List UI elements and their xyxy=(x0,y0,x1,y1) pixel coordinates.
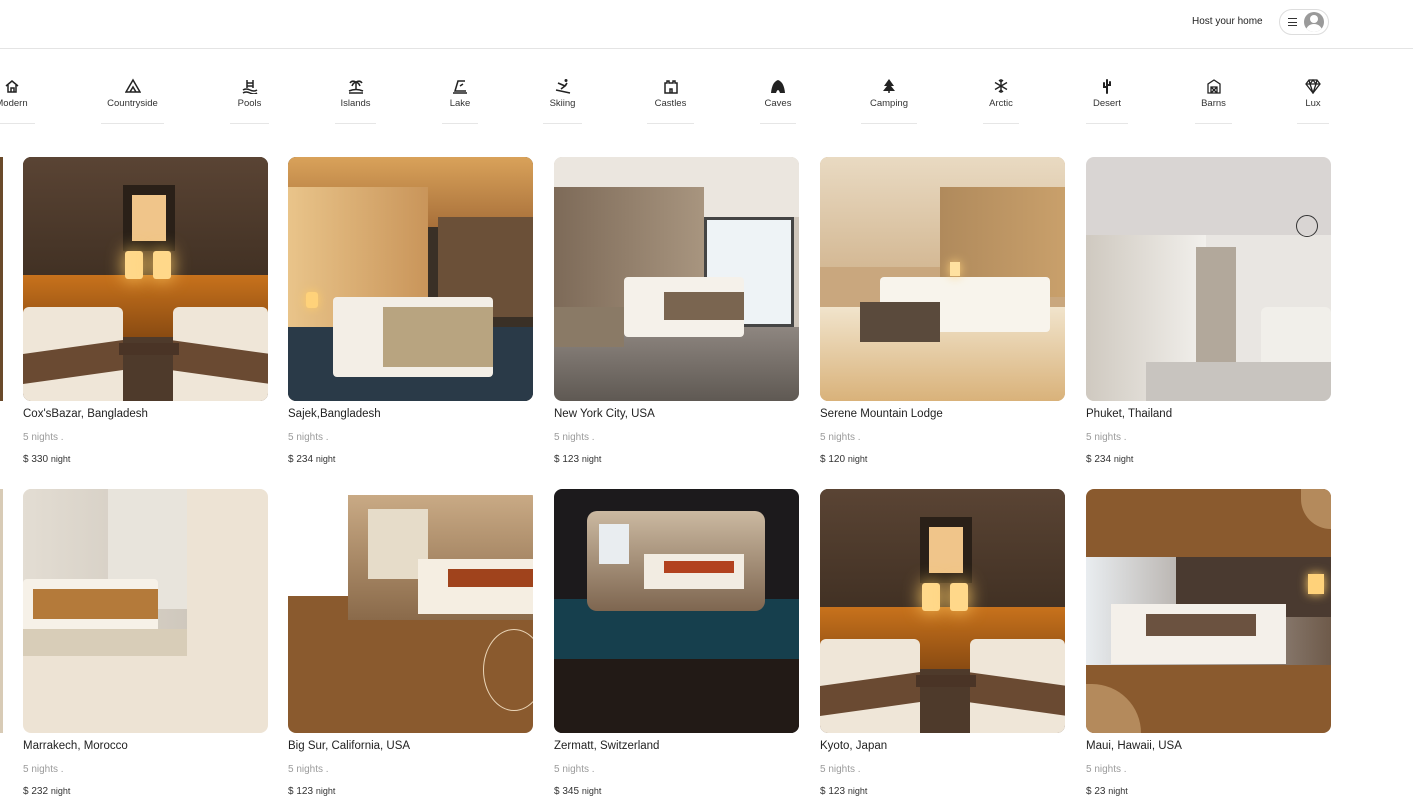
category-label: Lake xyxy=(449,98,471,109)
tent-icon xyxy=(124,78,141,93)
user-menu-button[interactable] xyxy=(1279,9,1329,35)
listing-price: $ 123 night xyxy=(820,786,868,797)
category-arctic[interactable]: Arctic xyxy=(983,78,1019,124)
category-pools[interactable]: Pools xyxy=(230,78,269,124)
listing-nights: 5 nights . xyxy=(23,432,64,443)
listing-image[interactable] xyxy=(820,157,1065,401)
listing-title: Marrakech, Morocco xyxy=(23,740,128,752)
category-label: Countryside xyxy=(107,98,158,109)
category-label: Pools xyxy=(237,98,262,109)
listing-card[interactable]: Big Sur, California, USA 5 nights . $ 12… xyxy=(288,489,533,797)
snowflake-icon xyxy=(994,79,1008,93)
listing-price: $ 234 night xyxy=(1086,454,1134,465)
skiing-icon xyxy=(555,79,570,94)
listing-image[interactable] xyxy=(288,489,533,733)
category-label: Skiing xyxy=(549,98,576,109)
user-avatar-icon xyxy=(1304,12,1324,32)
listing-card[interactable]: Cox'sBazar, Bangladesh 5 nights . $ 330 … xyxy=(23,157,268,465)
listing-price: $ 123 night xyxy=(288,786,336,797)
category-skiing[interactable]: Skiing xyxy=(543,78,582,124)
listing-card[interactable]: Phuket, Thailand 5 nights . $ 234 night xyxy=(1086,157,1331,465)
diamond-icon xyxy=(1305,78,1321,94)
category-label: Camping xyxy=(869,98,909,109)
listing-image[interactable] xyxy=(820,489,1065,733)
listing-nights: 5 nights . xyxy=(288,764,329,775)
listing-title: Sajek,Bangladesh xyxy=(288,408,381,420)
listing-nights: 5 nights . xyxy=(554,764,595,775)
category-label: Desert xyxy=(1093,98,1121,109)
listing-price: $ 23 night xyxy=(1086,786,1128,797)
listing-nights: 5 nights . xyxy=(23,764,64,775)
category-label: Modern xyxy=(0,98,28,109)
listing-card[interactable]: New York City, USA 5 nights . $ 123 nigh… xyxy=(554,157,799,465)
category-desert[interactable]: Desert xyxy=(1086,78,1128,124)
modern-house-icon xyxy=(5,80,19,93)
listing-nights: 5 nights . xyxy=(820,764,861,775)
category-label: Caves xyxy=(764,98,792,109)
listing-image[interactable] xyxy=(554,489,799,733)
listing-card[interactable]: Zermatt, Switzerland 5 nights . $ 345 ni… xyxy=(554,489,799,797)
castle-icon xyxy=(663,80,678,94)
listing-image[interactable] xyxy=(1086,489,1331,733)
listing-card[interactable]: Sajek,Bangladesh 5 nights . $ 234 night xyxy=(288,157,533,465)
listing-title: Serene Mountain Lodge xyxy=(820,408,943,420)
listing-price: $ 123 night xyxy=(554,454,602,465)
category-label: Castles xyxy=(654,98,687,109)
listing-card[interactable]: Serene Mountain Lodge 5 nights . $ 120 n… xyxy=(820,157,1065,465)
category-label: Barns xyxy=(1201,98,1226,109)
listing-image[interactable] xyxy=(1086,157,1331,401)
listing-title: Zermatt, Switzerland xyxy=(554,740,660,752)
listing-title: Cox'sBazar, Bangladesh xyxy=(23,408,148,420)
category-label: Islands xyxy=(340,98,371,109)
listing-price: $ 330 night xyxy=(23,454,71,465)
category-label: Arctic xyxy=(989,98,1013,109)
listing-price: $ 120 night xyxy=(820,454,868,465)
listing-price: $ 232 night xyxy=(23,786,71,797)
listing-title: New York City, USA xyxy=(554,408,655,420)
category-label: Lux xyxy=(1305,98,1321,109)
category-modern[interactable]: Modern xyxy=(0,78,35,124)
listing-price: $ 234 night xyxy=(288,454,336,465)
category-castles[interactable]: Castles xyxy=(647,78,694,124)
hamburger-icon xyxy=(1288,18,1297,26)
listing-title: Kyoto, Japan xyxy=(820,740,888,752)
category-bar: Modern Countryside Pools Islands Lake Sk… xyxy=(0,48,1413,128)
listing-price: $ 345 night xyxy=(554,786,602,797)
category-islands[interactable]: Islands xyxy=(335,78,376,124)
listing-image[interactable] xyxy=(23,489,268,733)
cave-icon xyxy=(771,80,785,93)
camping-icon xyxy=(883,79,895,93)
listing-card[interactable]: Kyoto, Japan 5 nights . $ 123 night xyxy=(820,489,1065,797)
listing-image[interactable] xyxy=(23,157,268,401)
host-your-home-link[interactable]: Host your home xyxy=(1192,16,1263,27)
category-caves[interactable]: Caves xyxy=(760,78,796,124)
listing-card[interactable]: Marrakech, Morocco 5 nights . $ 232 nigh… xyxy=(23,489,268,797)
listing-card[interactable]: Maui, Hawaii, USA 5 nights . $ 23 night xyxy=(1086,489,1331,797)
lake-icon xyxy=(453,80,467,94)
listing-nights: 5 nights . xyxy=(288,432,329,443)
category-camping[interactable]: Camping xyxy=(861,78,917,124)
cactus-icon xyxy=(1103,79,1111,94)
barn-icon xyxy=(1206,79,1221,94)
listing-image[interactable] xyxy=(554,157,799,401)
listing-image[interactable] xyxy=(288,157,533,401)
pool-icon xyxy=(242,80,257,94)
category-lux[interactable]: Lux xyxy=(1297,78,1329,124)
offscreen-card-edge xyxy=(0,157,3,401)
offscreen-card-edge xyxy=(0,489,3,733)
category-countryside[interactable]: Countryside xyxy=(101,78,164,124)
category-barns[interactable]: Barns xyxy=(1195,78,1232,124)
listing-title: Phuket, Thailand xyxy=(1086,408,1173,420)
listing-nights: 5 nights . xyxy=(1086,764,1127,775)
top-navbar: Host your home xyxy=(0,0,1413,49)
listing-title: Maui, Hawaii, USA xyxy=(1086,740,1182,752)
listing-nights: 5 nights . xyxy=(820,432,861,443)
listing-nights: 5 nights . xyxy=(1086,432,1127,443)
listing-nights: 5 nights . xyxy=(554,432,595,443)
listing-title: Big Sur, California, USA xyxy=(288,740,411,752)
island-icon xyxy=(348,80,363,94)
category-lake[interactable]: Lake xyxy=(442,78,478,124)
